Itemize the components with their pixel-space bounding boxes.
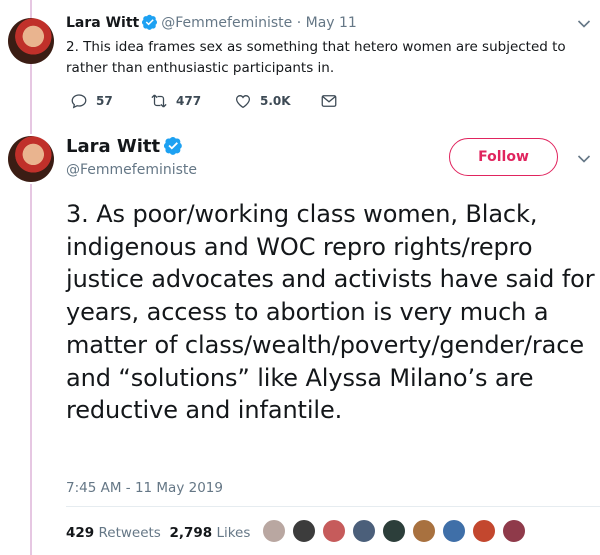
liker-avatar[interactable] (262, 519, 286, 543)
author-name[interactable]: Lara Witt (66, 136, 160, 157)
liker-avatar[interactable] (472, 519, 496, 543)
retweets-stat[interactable]: 429 Retweets (66, 525, 161, 541)
liker-avatar[interactable] (442, 519, 466, 543)
liker-avatar[interactable] (322, 519, 346, 543)
chevron-down-icon[interactable] (577, 19, 591, 29)
retweet-count: 477 (176, 94, 202, 108)
avatar[interactable] (8, 136, 54, 182)
thread-connector-line (30, 122, 32, 134)
tweet-stats: 429 Retweets 2,798 Likes (66, 525, 250, 541)
retweets-label: Retweets (98, 525, 161, 541)
verified-badge-icon (164, 136, 182, 155)
like-button[interactable]: 5.0K (234, 92, 291, 110)
like-count: 5.0K (260, 94, 291, 108)
author-handle[interactable]: @Femmefeministe (66, 162, 197, 178)
avatar[interactable] (8, 18, 54, 64)
likes-count: 2,798 (169, 525, 213, 541)
follow-button[interactable]: Follow (449, 138, 558, 176)
liker-avatar[interactable] (292, 519, 316, 543)
separator-dot: · (296, 15, 302, 31)
liker-avatar[interactable] (412, 519, 436, 543)
likes-label: Likes (216, 525, 251, 541)
direct-message-button[interactable] (320, 92, 338, 110)
author-name-row: Lara Witt (66, 136, 186, 157)
liker-avatar[interactable] (502, 519, 526, 543)
like-icon (235, 95, 251, 109)
tweet-text: 2. This idea frames sex as something tha… (66, 39, 566, 76)
author-name[interactable]: Lara Witt (66, 15, 139, 31)
reply-icon (71, 94, 87, 109)
reply-count: 57 (96, 94, 113, 108)
divider (66, 506, 600, 507)
verified-badge-icon (142, 14, 158, 30)
liker-avatar[interactable] (352, 519, 376, 543)
tweet-date[interactable]: May 11 (306, 15, 357, 31)
author-handle[interactable]: @Femmefeministe (161, 15, 292, 31)
likes-stat[interactable]: 2,798 Likes (169, 525, 250, 541)
retweet-icon (151, 94, 167, 108)
tweet-header: Lara Witt @Femmefeministe · May 11 (66, 14, 357, 31)
liker-avatar[interactable] (382, 519, 406, 543)
retweets-count: 429 (66, 525, 95, 541)
thread-connector-line (30, 184, 32, 555)
retweet-button[interactable]: 477 (150, 92, 201, 110)
direct-message-icon (321, 95, 337, 107)
reply-button[interactable]: 57 (70, 92, 113, 110)
tweet-text: 3. As poor/working class women, Black, i… (66, 200, 595, 425)
tweet-timestamp[interactable]: 7:45 AM - 11 May 2019 (66, 480, 223, 496)
chevron-down-icon[interactable] (577, 154, 591, 164)
